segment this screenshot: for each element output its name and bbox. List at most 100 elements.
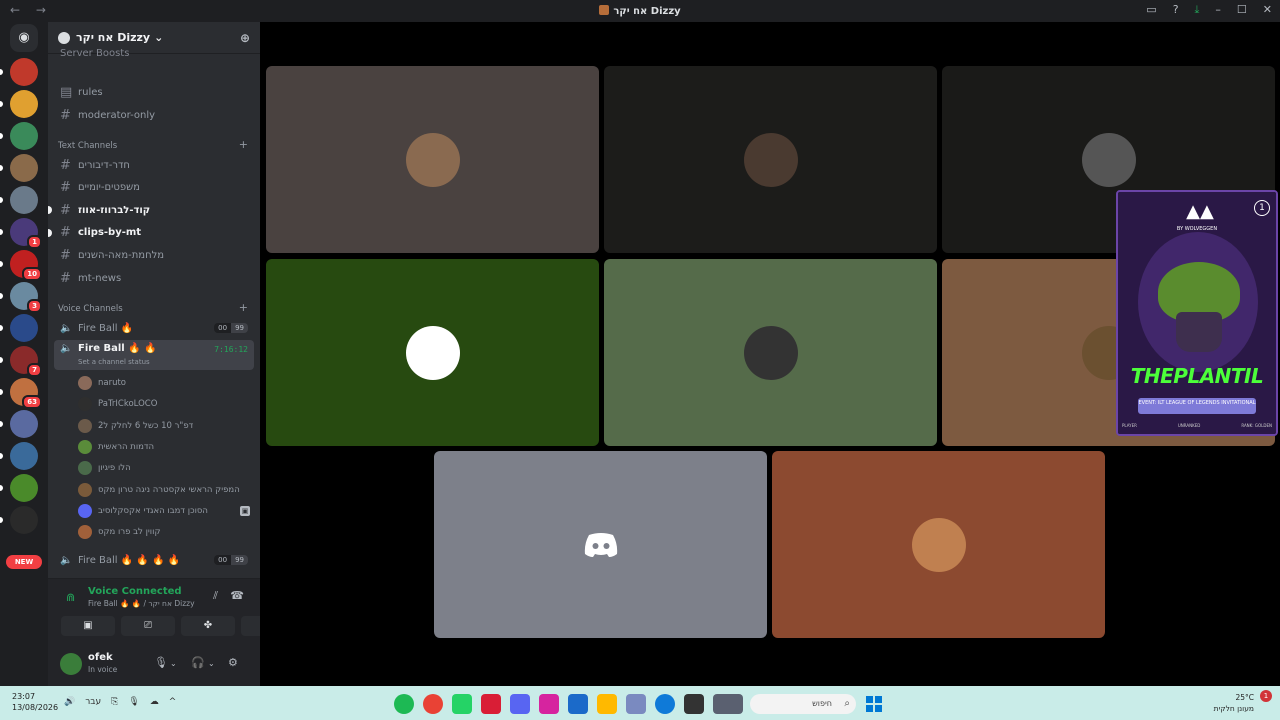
channel-status[interactable]: Set a channel status: [78, 358, 150, 366]
server-icon[interactable]: [10, 314, 38, 342]
snip-icon[interactable]: ⎘: [111, 697, 118, 707]
avatar[interactable]: [60, 653, 82, 675]
server-icon[interactable]: 7: [10, 346, 42, 377]
text-channel[interactable]: # קוד-לברווז-אווז: [48, 200, 254, 220]
discord-icon[interactable]: [510, 694, 530, 714]
mic-tray-icon[interactable]: 🎙: [128, 697, 139, 707]
instagram-icon[interactable]: [539, 694, 559, 714]
voice-member[interactable]: המפיק הראשי אקסטרה ניגה טרון מקס: [78, 481, 254, 499]
signal-icon[interactable]: ⋒: [66, 591, 75, 604]
profile-card-overlay[interactable]: ▲▲ BY WOLVEGGEN 1 THEPLANTIL EVENT: ILT …: [1116, 190, 1278, 436]
invite-icon[interactable]: ⊕: [240, 31, 250, 45]
participant-tile[interactable]: [266, 259, 599, 446]
voice-channel-active[interactable]: 🔈 Fire Ball 🔥 🔥 7:16:12 Set a channel statu…: [54, 340, 254, 370]
clock-time: 23:07: [12, 692, 36, 701]
plant-pot: [1176, 312, 1222, 352]
close-icon[interactable]: ✕: [1263, 3, 1272, 17]
search-input[interactable]: חיפוש ⌕: [750, 694, 856, 714]
maximize-icon[interactable]: ☐: [1237, 3, 1247, 17]
participant-tile[interactable]: [434, 451, 767, 638]
file-explorer-icon[interactable]: [597, 694, 617, 714]
settings-gear-icon[interactable]: ⚙: [228, 656, 238, 669]
headphones-icon[interactable]: 🎧: [191, 656, 205, 669]
server-icon[interactable]: [10, 58, 38, 86]
volume-icon[interactable]: 🔊: [64, 697, 75, 707]
app-icon-2[interactable]: [626, 694, 646, 714]
mic-icon[interactable]: 🎙: [154, 656, 168, 669]
text-channel[interactable]: # mt-news: [54, 268, 254, 288]
voice-connected-subtitle[interactable]: Fire Ball 🔥 🔥 / אח יקר Dizzy: [88, 599, 195, 608]
voice-channel[interactable]: 🔈 Fire Ball 🔥 00 99: [54, 318, 254, 338]
chevron-down-icon[interactable]: ⌄: [208, 659, 215, 668]
text-channels-category[interactable]: Text Channels +: [58, 139, 248, 151]
edge-icon[interactable]: [655, 694, 675, 714]
voice-member[interactable]: PaTrICkoLOCO: [78, 395, 254, 413]
title-bar: ← → אח יקר Dizzy ▭ ? ⤓ – ☐ ✕: [0, 0, 1280, 22]
camera-button[interactable]: ▣: [61, 616, 115, 636]
chevron-up-icon[interactable]: ^: [169, 697, 177, 707]
channel-hash-icon: #: [60, 270, 71, 286]
text-channel[interactable]: # clips-by-mt: [48, 223, 254, 243]
noise-suppression-icon[interactable]: ⫽: [213, 589, 218, 603]
server-icon[interactable]: 63: [10, 378, 42, 409]
activities-button[interactable]: ✤: [181, 616, 235, 636]
server-icon[interactable]: [10, 474, 38, 502]
add-channel-icon[interactable]: +: [239, 139, 248, 151]
spotify-icon[interactable]: [394, 694, 414, 714]
screen-share-button[interactable]: ⎚: [121, 616, 175, 636]
cloud-icon[interactable]: ☁: [150, 697, 159, 707]
channel-moderator-only[interactable]: # moderator-only: [54, 105, 254, 125]
server-icon[interactable]: 3: [10, 282, 42, 313]
server-icon[interactable]: [10, 442, 38, 470]
server-boosts[interactable]: Server Boosts: [60, 48, 129, 59]
taskbar-clock[interactable]: 23:07 13/08/2026: [12, 691, 58, 713]
weather-widget[interactable]: 25°C מעונן חלקית 1: [1214, 690, 1272, 714]
participant-tile[interactable]: [266, 66, 599, 253]
participant-tile[interactable]: [604, 66, 937, 253]
server-icon[interactable]: 1: [10, 218, 42, 249]
server-icon[interactable]: 10: [10, 250, 42, 281]
voice-member[interactable]: דפ"ר 10 כשל 6 לחלק ל2: [78, 417, 254, 435]
voice-channel-label: Fire Ball 🔥 🔥: [78, 343, 157, 354]
server-icon[interactable]: [10, 90, 38, 118]
voice-channel[interactable]: 🔈 Fire Ball 🔥 🔥 🔥 🔥 00 99: [54, 550, 254, 570]
minimize-icon[interactable]: –: [1215, 3, 1221, 17]
server-icon[interactable]: [10, 154, 38, 182]
add-channel-icon[interactable]: +: [239, 302, 248, 314]
voice-member[interactable]: הלו פיגיון: [78, 459, 254, 477]
text-channel[interactable]: # חדר-דיבורים: [54, 155, 254, 175]
app-icon[interactable]: [481, 694, 501, 714]
chevron-down-icon[interactable]: ⌄: [170, 659, 177, 668]
voice-member[interactable]: הסוכן דמבו האגדי אקסקלוסיב ▣: [78, 502, 254, 520]
channel-hash-icon: ▤: [60, 84, 73, 100]
language-indicator[interactable]: עבר: [85, 697, 101, 707]
server-icon[interactable]: [10, 186, 38, 214]
whatsapp-icon[interactable]: [452, 694, 472, 714]
text-channel[interactable]: # משפטים-יומיים: [54, 178, 254, 198]
terminal-icon[interactable]: [684, 694, 704, 714]
game-icon[interactable]: [713, 694, 743, 714]
chrome-icon[interactable]: [423, 694, 443, 714]
windows-start-icon[interactable]: [866, 696, 882, 712]
unread-pill: [0, 453, 3, 459]
channel-rules[interactable]: ▤ rules: [54, 82, 254, 102]
voice-channels-category[interactable]: Voice Channels +: [58, 302, 248, 314]
server-icon[interactable]: [10, 122, 38, 150]
store-icon[interactable]: [568, 694, 588, 714]
participant-tile[interactable]: [772, 451, 1105, 638]
search-placeholder: חיפוש: [812, 699, 832, 708]
member-name: קווין לב פרו מקס: [98, 527, 161, 538]
participant-tile[interactable]: [604, 259, 937, 446]
help-icon[interactable]: ?: [1173, 3, 1179, 17]
inbox-icon[interactable]: ▭: [1146, 3, 1156, 17]
server-icon[interactable]: [10, 506, 38, 534]
server-icon[interactable]: [10, 410, 38, 438]
voice-member[interactable]: קווין לב פרו מקס: [78, 523, 254, 541]
voice-member[interactable]: הדמות הראשית: [78, 438, 254, 456]
disconnect-icon[interactable]: ☎: [230, 589, 244, 602]
text-channel[interactable]: # מלחמת-מאה-השנים: [54, 245, 254, 265]
voice-connected-title[interactable]: Voice Connected: [88, 586, 182, 597]
discord-home-icon[interactable]: ◉: [10, 24, 38, 52]
voice-member[interactable]: naruto: [78, 374, 254, 392]
download-icon[interactable]: ⤓: [1195, 3, 1200, 17]
